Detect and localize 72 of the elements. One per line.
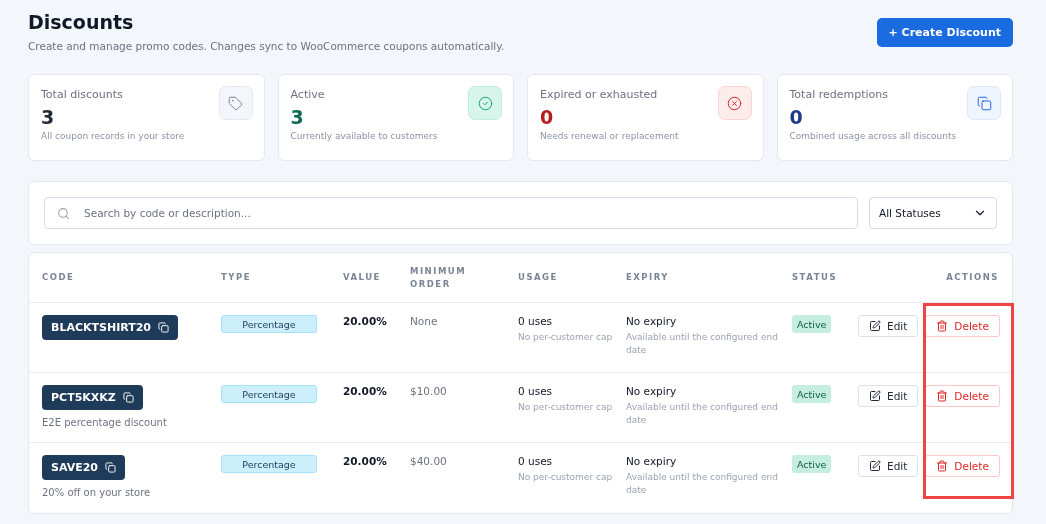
usage-count: 0 uses	[518, 455, 554, 467]
stat-value: 0	[540, 105, 555, 129]
usage-note: No per-customer cap	[518, 331, 614, 344]
status-badge: Active	[792, 385, 832, 403]
trash-icon	[936, 320, 949, 332]
delete-button[interactable]: Delete	[925, 385, 1000, 407]
usage-count: 0 uses	[518, 385, 554, 397]
stat-note: Currently available to customers	[290, 131, 439, 141]
stat-label: Total redemptions	[789, 88, 889, 101]
discount-value: 20.00%	[343, 385, 388, 397]
stat-label: Active	[290, 88, 326, 101]
minimum-order: $40.00	[410, 455, 448, 467]
column-header: USAGE	[518, 271, 559, 284]
coupon-code[interactable]: PCT5KXKZ	[42, 385, 143, 410]
copy-icon	[158, 322, 169, 333]
stat-value: 0	[789, 105, 804, 129]
column-header: ACTIONS	[946, 271, 999, 284]
trash-icon	[936, 460, 949, 472]
column-header: CODE	[42, 271, 76, 284]
trash-icon	[936, 390, 949, 402]
column-header: STATUS	[792, 271, 838, 284]
stat-note: Needs renewal or replacement	[540, 131, 680, 141]
column-header: VALUE	[343, 271, 382, 284]
edit-button[interactable]: Edit	[858, 455, 919, 477]
expiry-note: Available until the configured end date	[626, 401, 779, 427]
coupon-code[interactable]: BLACKTSHIRT20	[42, 315, 178, 340]
stat-label: Expired or exhausted	[540, 88, 659, 101]
stat-value: 3	[290, 105, 305, 129]
status-badge: Active	[792, 455, 832, 473]
status-badge: Active	[792, 315, 832, 333]
discount-value: 20.00%	[343, 315, 388, 327]
edit-button[interactable]: Edit	[858, 315, 919, 337]
minimum-order: None	[410, 315, 439, 327]
type-badge: Percentage	[221, 455, 317, 473]
stat-note: Combined usage across all discounts	[789, 131, 958, 141]
column-header: TYPE	[221, 271, 252, 284]
edit-button[interactable]: Edit	[858, 385, 919, 407]
status-select[interactable]: All Statuses	[869, 197, 997, 229]
delete-button[interactable]: Delete	[925, 315, 1000, 337]
search-icon	[57, 206, 70, 220]
code-description: 20% off on your store	[42, 487, 151, 498]
page-title: Discounts	[28, 10, 135, 34]
search-field[interactable]: Search by code or description...	[44, 197, 858, 229]
expiry-note: Available until the configured end date	[626, 331, 779, 357]
page-subtitle: Create and manage promo codes. Changes sync to WooCommerce coupons automatically.	[28, 40, 505, 52]
discount-value: 20.00%	[343, 455, 388, 467]
code-description: E2E percentage discount	[42, 417, 167, 428]
create-discount-button[interactable]: + Create Discount	[876, 18, 1013, 47]
usage-note: No per-customer cap	[518, 401, 614, 414]
usage-count: 0 uses	[518, 315, 554, 327]
type-badge: Percentage	[221, 385, 317, 403]
minimum-order: $10.00	[410, 385, 448, 397]
copy-icon	[122, 392, 134, 403]
tag-icon	[218, 86, 253, 120]
copy-icon	[105, 462, 117, 473]
pencil-icon	[869, 320, 881, 332]
expiry-text: No expiry	[626, 455, 678, 467]
column-header: EXPIRY	[626, 271, 670, 284]
pencil-icon	[869, 460, 881, 472]
usage-note: No per-customer cap	[518, 471, 614, 484]
pencil-icon	[869, 390, 881, 402]
stat-label: Total discounts	[41, 88, 124, 101]
expiry-note: Available until the configured end date	[626, 471, 779, 497]
type-badge: Percentage	[221, 315, 317, 333]
column-header: MINIMUM ORDER	[410, 264, 468, 291]
stat-value: 3	[41, 105, 56, 129]
stat-note: All coupon records in your store	[41, 131, 186, 141]
coupon-code[interactable]: SAVE20	[42, 455, 126, 480]
copy-icon	[967, 86, 1001, 120]
delete-button[interactable]: Delete	[925, 455, 1000, 477]
expiry-text: No expiry	[626, 385, 678, 397]
expiry-text: No expiry	[626, 315, 678, 327]
